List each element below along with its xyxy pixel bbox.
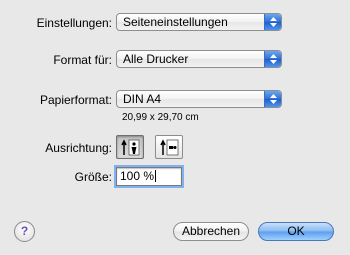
paper-size-label: Papierformat: [39,93,112,107]
popup-arrows-icon [264,14,281,30]
landscape-orientation-button[interactable] [155,135,183,159]
landscape-icon [160,139,179,156]
settings-label: Einstellungen: [36,16,112,30]
format-for-popup-value: Alle Drucker [123,52,189,66]
scale-label: Größe: [74,170,112,184]
settings-popup[interactable]: Seiteneinstellungen [116,13,282,31]
paper-size-popup-value: DIN A4 [123,92,162,106]
format-for-label: Format für: [53,53,112,67]
popup-arrows-icon [264,51,281,67]
portrait-orientation-button[interactable] [116,135,144,159]
paper-size-popup[interactable]: DIN A4 [116,90,282,108]
text-caret [155,170,157,182]
portrait-icon [121,139,140,156]
cancel-button[interactable]: Abbrechen [173,222,249,241]
popup-arrows-icon [264,91,281,107]
settings-popup-value: Seiteneinstellungen [123,15,228,29]
paper-dimensions: 20,99 x 29,70 cm [122,112,199,123]
format-for-popup[interactable]: Alle Drucker [116,50,282,68]
scale-input-value: 100 % [120,169,155,183]
scale-input[interactable]: 100 % [116,167,182,186]
ok-button[interactable]: OK [258,222,334,241]
help-button[interactable]: ? [14,221,35,242]
orientation-label: Ausrichtung: [45,141,112,155]
